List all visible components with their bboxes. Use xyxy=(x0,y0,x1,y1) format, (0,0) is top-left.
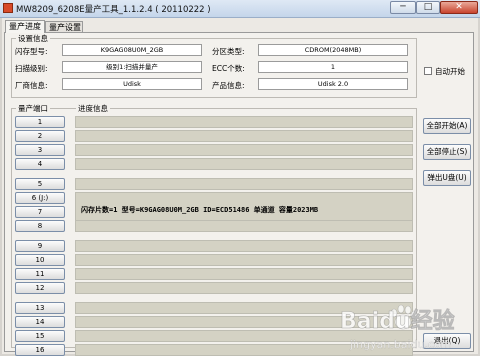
product-info-label: 产品信息: xyxy=(212,81,245,90)
progress-bar-10 xyxy=(75,254,413,266)
start-all-button[interactable]: 全部开始(A) xyxy=(423,118,471,134)
maximize-button[interactable]: □ xyxy=(416,1,440,14)
port-button-14[interactable]: 14 xyxy=(15,316,65,328)
auto-start-checkbox[interactable] xyxy=(424,67,432,75)
partition-type-field: CDROM(2048MB) xyxy=(258,44,408,56)
progress-bar-4 xyxy=(75,158,413,170)
watermark-brand: Baidu经验 xyxy=(340,308,455,334)
product-info-field: Udisk 2.0 xyxy=(258,78,408,90)
port-button-5[interactable]: 5 xyxy=(15,178,65,190)
port-button-4[interactable]: 4 xyxy=(15,158,65,170)
port-button-2[interactable]: 2 xyxy=(15,130,65,142)
stop-all-button[interactable]: 全部停止(S) xyxy=(423,144,471,160)
flash-model-label: 闪存型号: xyxy=(15,47,48,56)
port-button-15[interactable]: 15 xyxy=(15,330,65,342)
flash-model-field: K9GAG08U0M_2GB xyxy=(62,44,202,56)
close-button[interactable]: ✕ xyxy=(440,1,478,14)
watermark-url: jingyan.baidu.com xyxy=(349,338,452,351)
port-button-10[interactable]: 10 xyxy=(15,254,65,266)
port-button-12[interactable]: 12 xyxy=(15,282,65,294)
scan-level-label: 扫描级别: xyxy=(15,64,48,73)
eject-udisk-button[interactable]: 弹出U盘(U) xyxy=(423,170,471,186)
port-button-1[interactable]: 1 xyxy=(15,116,65,128)
baidu-watermark: Baidu经验 jingyan.baidu.com xyxy=(340,304,455,351)
port-button-7[interactable]: 7 xyxy=(15,206,65,218)
tab-progress[interactable]: 量产进度 xyxy=(5,20,45,33)
progress-bar-12 xyxy=(75,282,413,294)
ecc-count-label: ECC个数: xyxy=(212,64,245,73)
progress-bar-11 xyxy=(75,268,413,280)
port-button-9[interactable]: 9 xyxy=(15,240,65,252)
settings-group-title: 设置信息 xyxy=(16,33,50,44)
progress-bar-8 xyxy=(75,220,413,232)
vendor-label: 厂商信息: xyxy=(15,81,48,90)
progress-bar-9 xyxy=(75,240,413,252)
scan-level-field: 级别1:扫描并量产 xyxy=(62,61,202,73)
auto-start-label: 自动开始 xyxy=(435,67,465,76)
progress-bar-5 xyxy=(75,178,413,190)
port-button-13[interactable]: 13 xyxy=(15,302,65,314)
port-button-11[interactable]: 11 xyxy=(15,268,65,280)
ports-group-title: 量产端口 xyxy=(16,103,50,114)
port-button-3[interactable]: 3 xyxy=(15,144,65,156)
minimize-button[interactable]: ─ xyxy=(390,1,416,14)
progress-bar-2 xyxy=(75,130,413,142)
vendor-field: Udisk xyxy=(62,78,202,90)
partition-type-label: 分区类型: xyxy=(212,47,245,56)
title-bar: MW8209_6208E量产工具_1.1.2.4 ( 20110222 ) ─ … xyxy=(0,0,480,18)
settings-group: 设置信息 闪存型号: K9GAG08U0M_2GB 扫描级别: 级别1:扫描并量… xyxy=(11,33,417,98)
progress-info-title: 进度信息 xyxy=(76,103,110,114)
ecc-count-field: 1 xyxy=(258,61,408,73)
progress-bar-3 xyxy=(75,144,413,156)
window-title: MW8209_6208E量产工具_1.1.2.4 ( 20110222 ) xyxy=(16,5,211,15)
progress-bar-1 xyxy=(75,116,413,128)
app-icon xyxy=(3,3,13,13)
port-button-6[interactable]: 6 (J:) xyxy=(15,192,65,204)
port-button-8[interactable]: 8 xyxy=(15,220,65,232)
port-button-16[interactable]: 16 xyxy=(15,344,65,356)
